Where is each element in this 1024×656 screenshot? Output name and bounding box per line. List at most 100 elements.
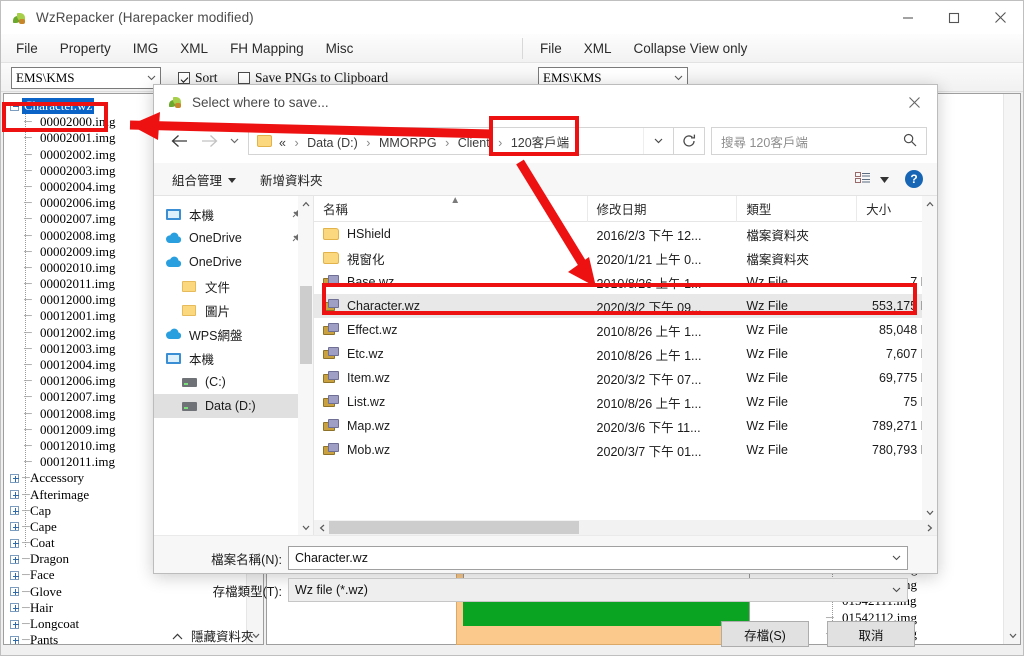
expand-toggle-icon[interactable] [10,554,19,564]
cell-type: 檔案資料夾 [746,252,809,267]
places-item-本機[interactable]: 本機 [154,202,313,226]
scroll-up-icon[interactable] [298,196,313,211]
tree-branch-line: ─ [24,391,32,404]
tree-node-folder[interactable]: ─ Hair [10,600,246,616]
expand-toggle-icon[interactable] [10,473,19,483]
cancel-button[interactable]: 取消 [827,621,915,647]
address-bar[interactable]: « › Data (D:) › MMORPG › Client › 120客戶端 [248,127,674,155]
menu-item-property[interactable]: Property [49,34,122,63]
places-sidebar[interactable]: 本機 OneDrive OneDrive 文件 圖片 WPS網盤 本機 (C:) Data (D… [154,196,314,535]
scroll-down-icon[interactable] [298,520,313,535]
chevron-down-icon[interactable] [224,126,244,156]
menu-item-file-right[interactable]: File [529,34,573,63]
menu-item-img[interactable]: IMG [122,34,170,63]
places-item-本機[interactable]: 本機 [154,346,313,370]
chevron-down-icon[interactable] [643,128,673,154]
table-row[interactable]: Item.wz 2020/3/2 下午 07... Wz File 69,775 K [314,366,937,390]
table-row[interactable]: HShield 2016/2/3 下午 12... 檔案資料夾 [314,222,937,246]
expand-toggle-icon[interactable] [10,603,19,613]
breadcrumb-item-0[interactable]: Data (D:) [307,136,358,150]
breadcrumb-separator: › [294,135,299,150]
breadcrumb-item-1[interactable]: MMORPG [379,136,437,150]
column-header-date[interactable]: 修改日期 [588,196,738,222]
scroll-right-icon[interactable] [922,520,937,535]
file-list-vscrollbar[interactable] [922,196,937,520]
places-item-WPS網盤[interactable]: WPS網盤 [154,322,313,346]
places-item-圖片[interactable]: 圖片 [154,298,313,322]
table-row[interactable]: Mob.wz 2020/3/7 下午 01... Wz File 780,793 K [314,438,937,462]
close-icon[interactable] [892,85,937,119]
expand-toggle-icon[interactable] [10,619,19,629]
breadcrumb-overflow[interactable]: « [279,136,286,150]
new-folder-button[interactable]: 新增資料夾 [260,170,323,189]
menu-item-xml-right[interactable]: XML [573,34,623,63]
filename-field[interactable]: Character.wz [288,546,908,570]
places-item-文件[interactable]: 文件 [154,274,313,298]
minimize-icon[interactable] [885,1,931,34]
expand-toggle-icon[interactable] [10,587,19,597]
menu-item-collapse-view-only[interactable]: Collapse View only [623,34,759,63]
search-input[interactable]: 搜尋 120客戶端 [711,127,927,155]
places-item-(C:)[interactable]: (C:) [154,370,313,394]
file-list-hscrollbar[interactable] [314,520,937,535]
scrollbar-thumb[interactable] [300,286,312,364]
help-icon[interactable]: ? [905,170,923,188]
monitor-icon [164,352,182,364]
expand-toggle-icon[interactable] [10,490,19,500]
table-row[interactable]: 視窗化 2020/1/21 上午 0... 檔案資料夾 [314,246,937,270]
maximize-icon[interactable] [931,1,977,34]
table-row[interactable]: Base.wz 2010/8/26 上午 1... Wz File 7 K [314,270,937,294]
view-layout-icon[interactable] [855,172,889,186]
scroll-down-icon[interactable] [1004,627,1020,644]
places-item-label: 文件 [205,280,231,295]
table-row[interactable]: Character.wz 2020/3/2 下午 09... Wz File 553,… [314,294,937,318]
menu-item-file[interactable]: File [5,34,49,63]
scroll-left-icon[interactable] [314,520,329,535]
file-list[interactable]: ▲ 名稱 修改日期 類型 大小 HShield 2016/2/3 下午 12...… [314,196,937,535]
close-icon[interactable] [977,1,1023,34]
collapse-toggle-icon[interactable] [10,101,19,111]
expand-toggle-icon[interactable] [10,506,19,516]
chevron-down-icon[interactable] [880,172,889,186]
hide-folders-toggle[interactable]: 隱藏資料夾 [172,626,254,645]
breadcrumb-item-3[interactable]: 120客戶端 [511,136,569,150]
expand-toggle-icon[interactable] [10,635,19,644]
places-scrollbar[interactable] [298,196,313,535]
breadcrumb-item-2[interactable]: Client [458,136,490,150]
scroll-down-icon[interactable] [922,505,937,520]
filetype-row: 存檔類型(T): Wz file (*.wz) [154,578,919,602]
places-item-Data (D:)[interactable]: Data (D:) [154,394,313,418]
version-combo-left[interactable]: EMS\KMS [11,67,161,89]
menu-item-xml[interactable]: XML [169,34,219,63]
table-row[interactable]: Effect.wz 2010/8/26 上午 1... Wz File 85,048 … [314,318,937,342]
save-button[interactable]: 存檔(S) [721,621,809,647]
file-name: Mob.wz [347,443,391,457]
expand-toggle-icon[interactable] [10,538,19,548]
filetype-field[interactable]: Wz file (*.wz) [288,578,908,602]
arrow-right-icon[interactable] [194,126,224,156]
menu-item-misc[interactable]: Misc [315,34,365,63]
column-header-type[interactable]: 類型 [737,196,858,222]
places-item-OneDrive[interactable]: OneDrive [154,250,313,274]
places-item-OneDrive[interactable]: OneDrive [154,226,313,250]
scroll-up-icon[interactable] [922,196,937,211]
organize-button[interactable]: 組合管理 [172,170,237,189]
arrow-left-icon[interactable] [164,126,194,156]
expand-toggle-icon[interactable] [10,571,19,581]
expand-toggle-icon[interactable] [10,522,19,532]
secondary-scrollbar[interactable] [1003,94,1020,644]
table-row[interactable]: List.wz 2010/8/26 上午 1... Wz File 75 K [314,390,937,414]
tree-node-label: 00012000.img [40,292,116,308]
tree-branch-line: ─ [22,618,30,630]
refresh-icon[interactable] [674,127,705,155]
scrollbar-thumb[interactable] [329,521,579,534]
table-row[interactable]: Map.wz 2020/3/6 下午 11... Wz File 789,271 K [314,414,937,438]
file-rows: HShield 2016/2/3 下午 12... 檔案資料夾 視窗化 2020/1/2… [314,222,937,462]
table-row[interactable]: Etc.wz 2010/8/26 上午 1... Wz File 7,607 K [314,342,937,366]
chevron-down-icon[interactable] [885,587,907,593]
cell-date: 2020/3/2 下午 09... [596,300,702,315]
search-icon[interactable] [903,133,917,150]
chevron-down-icon[interactable] [885,555,907,561]
column-header-name[interactable]: ▲ 名稱 [314,196,588,222]
menu-item-fh-mapping[interactable]: FH Mapping [219,34,315,63]
